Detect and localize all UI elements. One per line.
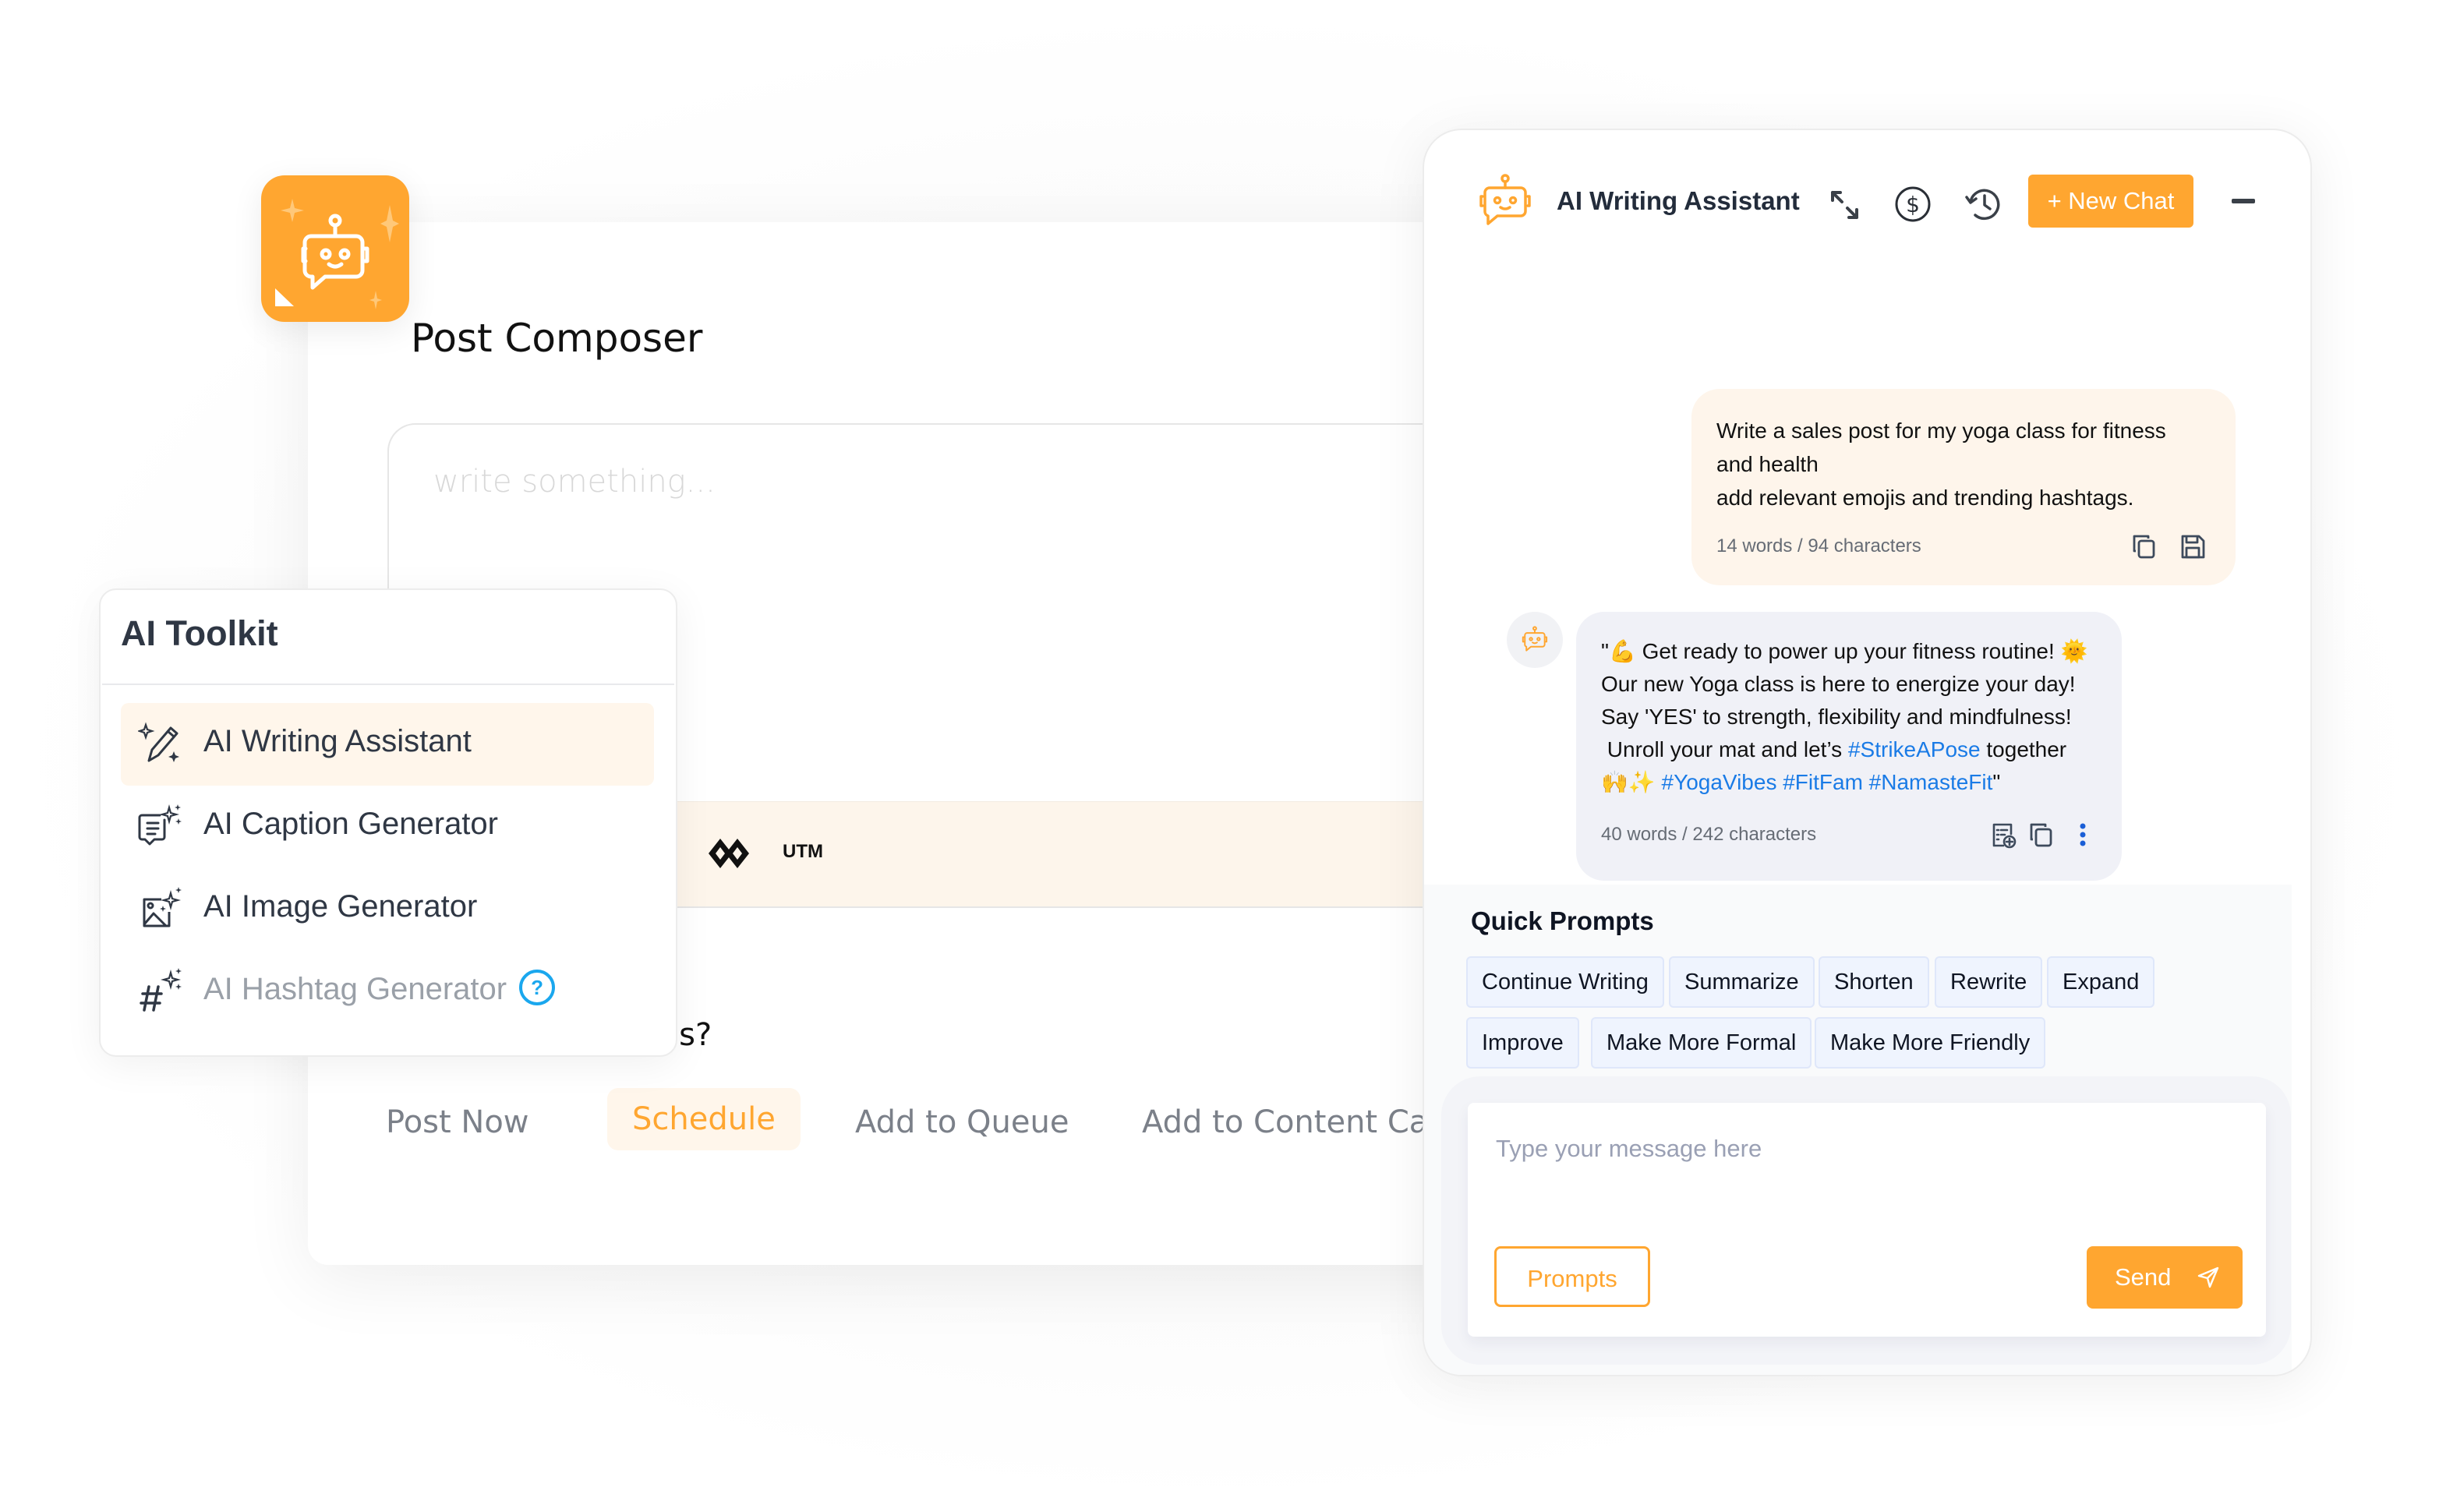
message-composer: Prompts Send — [1441, 1076, 2291, 1365]
message-line: Say 'YES' to strength, flexibility and m… — [1601, 705, 2072, 729]
sparkle-hashtag-icon — [140, 968, 182, 1012]
toolkit-item-ai-writing-assistant[interactable]: AI Writing Assistant — [121, 703, 654, 786]
robot-chat-icon — [275, 199, 399, 309]
user-message: Write a sales post for my yoga class for… — [1691, 389, 2236, 585]
save-icon[interactable] — [2179, 532, 2207, 560]
history-icon[interactable] — [1964, 185, 2003, 224]
chat-header: AI Writing Assistant $ + New Chat — [1424, 130, 2310, 286]
divider — [102, 684, 674, 685]
toolkit-item-label: AI Hashtag Generator? — [203, 970, 556, 1009]
quick-prompt-improve[interactable]: Improve — [1466, 1017, 1579, 1069]
message-line: 🙌✨ #YogaVibes #FitFam #NamasteFit" — [1601, 766, 2108, 799]
sparkle-caption-icon — [138, 804, 182, 846]
toolkit-item-label-text: AI Hashtag Generator — [203, 972, 507, 1006]
toolkit-item-ai-image-generator[interactable]: AI Image Generator — [121, 868, 654, 951]
ai-app-icon — [261, 175, 409, 322]
quick-prompt-summarize[interactable]: Summarize — [1669, 956, 1815, 1008]
toolkit-title: AI Toolkit — [121, 613, 278, 653]
quick-prompt-continue-writing[interactable]: Continue Writing — [1466, 956, 1664, 1008]
message-input-card: Prompts Send — [1468, 1103, 2266, 1337]
quick-prompt-make-more-friendly[interactable]: Make More Friendly — [1815, 1017, 2046, 1069]
message-line: and health — [1716, 452, 1819, 476]
sparkle-pencil-icon — [138, 722, 179, 762]
message-line: "💪 Get ready to power up your fitness ro… — [1601, 639, 2088, 663]
minimize-button[interactable] — [2232, 199, 2255, 203]
bot-avatar — [1507, 612, 1563, 668]
word-count: 14 words / 94 characters — [1716, 535, 1921, 556]
hashtag-link[interactable]: #StrikeAPose — [1848, 737, 1981, 761]
user-message-text: Write a sales post for my yoga class for… — [1716, 414, 2215, 514]
ai-toolkit-menu: AI Toolkit AI Writing Assistant AI Capti… — [99, 588, 677, 1057]
page-title: Post Composer — [411, 316, 703, 361]
help-icon[interactable]: ? — [519, 970, 556, 1006]
quick-prompt-rewrite[interactable]: Rewrite — [1935, 956, 2043, 1008]
text: together — [1980, 737, 2067, 761]
send-icon — [2197, 1266, 2219, 1288]
toolkit-item-ai-caption-generator[interactable]: AI Caption Generator — [121, 786, 654, 868]
tab-post-now[interactable]: Post Now — [386, 1091, 529, 1153]
bot-message-text: "💪 Get ready to power up your fitness ro… — [1601, 635, 2108, 799]
message-line: Unroll your mat and let’s #StrikeAPose t… — [1601, 733, 2108, 766]
ai-writing-assistant-panel: AI Writing Assistant $ + New Chat Write … — [1423, 129, 2312, 1376]
sparkle-image-icon — [143, 887, 182, 927]
message-input[interactable] — [1494, 1134, 2230, 1164]
editor-placeholder[interactable]: write something... — [433, 464, 716, 500]
utm-link-icon[interactable] — [709, 839, 755, 868]
tab-add-to-queue[interactable]: Add to Queue — [855, 1091, 1069, 1153]
new-chat-button[interactable]: + New Chat — [2028, 175, 2193, 228]
text: " — [1992, 770, 2001, 794]
more-options-icon[interactable] — [2069, 821, 2097, 849]
svg-text:$: $ — [1906, 192, 1920, 217]
add-to-editor-icon[interactable] — [1989, 821, 2017, 849]
message-line: Our new Yoga class is here to energize y… — [1601, 672, 2076, 696]
prompts-button[interactable]: Prompts — [1494, 1246, 1650, 1307]
toolkit-item-label: AI Image Generator — [203, 889, 478, 924]
quick-prompt-expand[interactable]: Expand — [2047, 956, 2155, 1008]
send-label: Send — [2115, 1263, 2172, 1291]
message-line: Write a sales post for my yoga class for… — [1716, 419, 2166, 443]
robot-chat-icon — [1479, 174, 1531, 225]
copy-icon[interactable] — [2130, 532, 2158, 560]
text: 🙌✨ — [1601, 770, 1662, 794]
robot-chat-icon — [1522, 626, 1548, 652]
tab-schedule[interactable]: Schedule — [607, 1088, 801, 1150]
copy-icon[interactable] — [2027, 821, 2055, 849]
dollar-credit-icon[interactable]: $ — [1893, 185, 1932, 224]
expand-icon[interactable] — [1826, 185, 1865, 224]
hashtag-link[interactable]: #YogaVibes #FitFam #NamasteFit — [1662, 770, 1993, 794]
toolkit-item-label: AI Writing Assistant — [203, 724, 472, 758]
quick-prompt-shorten[interactable]: Shorten — [1819, 956, 1929, 1008]
message-line: add relevant emojis and trending hashtag… — [1716, 486, 2134, 510]
toolkit-item-ai-hashtag-generator[interactable]: AI Hashtag Generator? — [121, 951, 654, 1033]
bot-message: "💪 Get ready to power up your fitness ro… — [1576, 612, 2122, 881]
chat-title: AI Writing Assistant — [1557, 186, 1800, 215]
send-button[interactable]: Send — [2087, 1246, 2243, 1309]
tab-add-to-content-category[interactable]: Add to Content Cate — [1142, 1091, 1460, 1153]
text: Unroll your mat and let’s — [1601, 737, 1848, 761]
quick-prompts-title: Quick Prompts — [1471, 906, 1654, 935]
quick-prompt-make-more-formal[interactable]: Make More Formal — [1591, 1017, 1812, 1069]
utm-button[interactable]: UTM — [783, 841, 823, 863]
word-count: 40 words / 242 characters — [1601, 824, 1817, 845]
toolkit-item-label: AI Caption Generator — [203, 807, 498, 841]
